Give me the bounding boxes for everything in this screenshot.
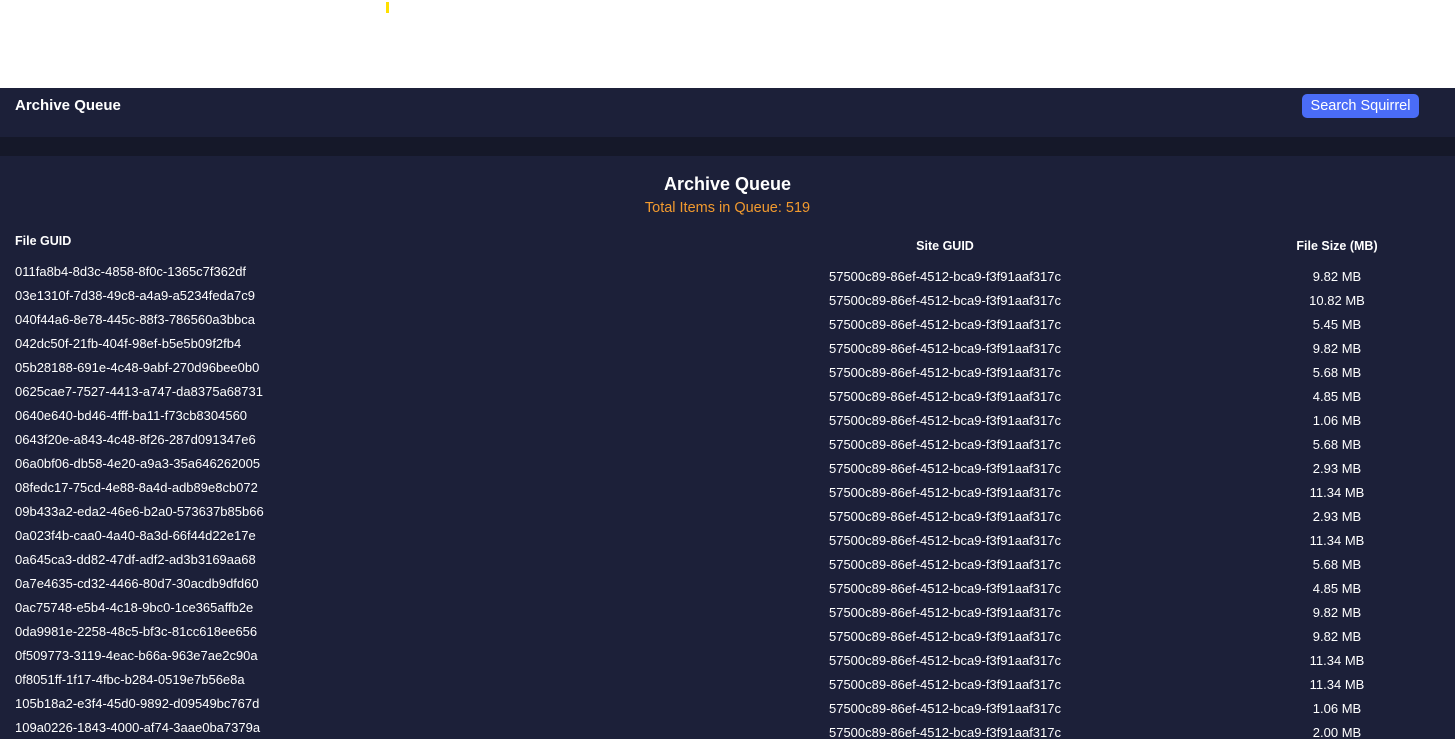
file-guid-cell: 011fa8b4-8d3c-4858-8f0c-1365c7f362df <box>15 264 247 279</box>
file-size-cell: 2.00 MB <box>1312 725 1362 740</box>
file-size-cell: 11.34 MB <box>1309 653 1365 668</box>
site-guid-cell: 57500c89-86ef-4512-bca9-f3f91aaf317c <box>828 533 1061 548</box>
site-guid-cell: 57500c89-86ef-4512-bca9-f3f91aaf317c <box>828 557 1061 572</box>
column-header-file-size: File Size (MB) <box>1296 239 1378 253</box>
file-size-cell: 2.93 MB <box>1312 461 1362 476</box>
file-guid-cell: 040f44a6-8e78-445c-88f3-786560a3bbca <box>15 312 255 327</box>
site-guid-cell: 57500c89-86ef-4512-bca9-f3f91aaf317c <box>828 293 1061 308</box>
site-guid-cell: 57500c89-86ef-4512-bca9-f3f91aaf317c <box>828 509 1061 524</box>
file-guid-cell: 0643f20e-a843-4c48-8f26-287d091347e6 <box>15 432 256 447</box>
file-size-cell: 1.06 MB <box>1312 413 1362 428</box>
site-guid-cell: 57500c89-86ef-4512-bca9-f3f91aaf317c <box>828 389 1061 404</box>
site-guid-cell: 57500c89-86ef-4512-bca9-f3f91aaf317c <box>828 485 1061 500</box>
page-title: Archive Queue <box>663 174 792 194</box>
site-guid-cell: 57500c89-86ef-4512-bca9-f3f91aaf317c <box>828 581 1061 596</box>
file-guid-cell: 0640e640-bd46-4fff-ba11-f73cb8304560 <box>15 408 248 423</box>
navbar-divider-band <box>0 137 1455 156</box>
site-guid-cell: 57500c89-86ef-4512-bca9-f3f91aaf317c <box>828 653 1061 668</box>
file-guid-cell: 0a645ca3-dd82-47df-adf2-ad3b3169aa68 <box>15 552 256 567</box>
file-size-cell: 5.68 MB <box>1312 365 1362 380</box>
file-size-cell: 5.68 MB <box>1312 557 1362 572</box>
file-size-cell: 10.82 MB <box>1309 293 1365 308</box>
file-guid-cell: 105b18a2-e3f4-45d0-9892-d09549bc767d <box>15 696 260 711</box>
file-guid-cell: 0f8051ff-1f17-4fbc-b284-0519e7b56e8a <box>15 672 245 687</box>
file-guid-cell: 03e1310f-7d38-49c8-a4a9-a5234feda7c9 <box>15 288 255 303</box>
file-guid-cell: 09b433a2-eda2-46e6-b2a0-573637b85b66 <box>15 504 264 519</box>
file-guid-cell: 05b28188-691e-4c48-9abf-270d96bee0b0 <box>15 360 260 375</box>
site-guid-cell: 57500c89-86ef-4512-bca9-f3f91aaf317c <box>828 437 1061 452</box>
file-size-cell: 11.34 MB <box>1309 533 1365 548</box>
file-size-cell: 2.93 MB <box>1312 509 1362 524</box>
column-header-site-guid: Site GUID <box>916 239 974 253</box>
file-guid-cell: 0a7e4635-cd32-4466-80d7-30acdb9dfd60 <box>15 576 259 591</box>
file-size-cell: 1.06 MB <box>1312 701 1362 716</box>
queue-count-text: Total Items in Queue: 519 <box>644 200 811 216</box>
site-guid-cell: 57500c89-86ef-4512-bca9-f3f91aaf317c <box>828 605 1061 620</box>
file-guid-cell: 0ac75748-e5b4-4c18-9bc0-1ce365affb2e <box>15 600 254 615</box>
file-guid-cell: 0f509773-3119-4eac-b66a-963e7ae2c90a <box>15 648 258 663</box>
file-size-cell: 9.82 MB <box>1312 629 1362 644</box>
file-guid-cell: 0625cae7-7527-4413-a747-da8375a68731 <box>15 384 263 399</box>
file-size-cell: 9.82 MB <box>1312 341 1362 356</box>
main-content: Archive Queue Total Items in Queue: 519 … <box>0 156 1455 740</box>
file-size-list: 9.82 MB 10.82 MB 5.45 MB 9.82 MB 5.68 MB 4.85… <box>1237 270 1437 750</box>
site-guid-cell: 57500c89-86ef-4512-bca9-f3f91aaf317c <box>828 341 1061 356</box>
site-guid-cell: 57500c89-86ef-4512-bca9-f3f91aaf317c <box>828 701 1061 716</box>
file-size-cell: 4.85 MB <box>1312 581 1362 596</box>
navbar: Archive Queue Search Squirrel <box>0 88 1455 137</box>
site-guid-list: 57500c89-86ef-4512-bca9-f3f91aaf317c 5750… <box>745 270 1145 750</box>
file-size-cell: 9.82 MB <box>1312 605 1362 620</box>
site-guid-cell: 57500c89-86ef-4512-bca9-f3f91aaf317c <box>828 677 1061 692</box>
column-header-file-guid: File GUID <box>15 234 72 248</box>
file-guid-cell: 042dc50f-21fb-404f-98ef-b5e5b09f2fb4 <box>15 336 242 351</box>
file-guid-cell: 08fedc17-75cd-4e88-8a4d-adb89e8cb072 <box>15 480 258 495</box>
site-guid-cell: 57500c89-86ef-4512-bca9-f3f91aaf317c <box>828 317 1061 332</box>
file-size-cell: 11.34 MB <box>1309 677 1365 692</box>
text-caret-mark <box>386 2 389 13</box>
site-guid-cell: 57500c89-86ef-4512-bca9-f3f91aaf317c <box>828 461 1061 476</box>
file-size-cell: 5.68 MB <box>1312 437 1362 452</box>
site-guid-cell: 57500c89-86ef-4512-bca9-f3f91aaf317c <box>828 365 1061 380</box>
file-guid-cell: 0a023f4b-caa0-4a40-8a3d-66f44d22e17e <box>15 528 256 543</box>
file-guid-list: 011fa8b4-8d3c-4858-8f0c-1365c7f362df 03e1… <box>15 265 715 745</box>
site-guid-cell: 57500c89-86ef-4512-bca9-f3f91aaf317c <box>828 413 1061 428</box>
search-squirrel-button[interactable]: Search Squirrel <box>1302 94 1419 118</box>
site-guid-cell: 57500c89-86ef-4512-bca9-f3f91aaf317c <box>828 269 1061 284</box>
site-guid-cell: 57500c89-86ef-4512-bca9-f3f91aaf317c <box>828 629 1061 644</box>
file-size-cell: 4.85 MB <box>1312 389 1362 404</box>
file-size-cell: 5.45 MB <box>1312 317 1362 332</box>
file-guid-cell: 0da9981e-2258-48c5-bf3c-81cc618ee656 <box>15 624 258 639</box>
nav-title: Archive Queue <box>15 97 121 114</box>
browser-blank-area <box>0 0 1455 88</box>
file-size-cell: 11.34 MB <box>1309 485 1365 500</box>
file-size-cell: 9.82 MB <box>1312 269 1362 284</box>
file-guid-cell: 06a0bf06-db58-4e20-a9a3-35a646262005 <box>15 456 261 471</box>
site-guid-cell: 57500c89-86ef-4512-bca9-f3f91aaf317c <box>828 725 1061 740</box>
file-guid-cell: 109a0226-1843-4000-af74-3aae0ba7379a <box>15 720 261 735</box>
